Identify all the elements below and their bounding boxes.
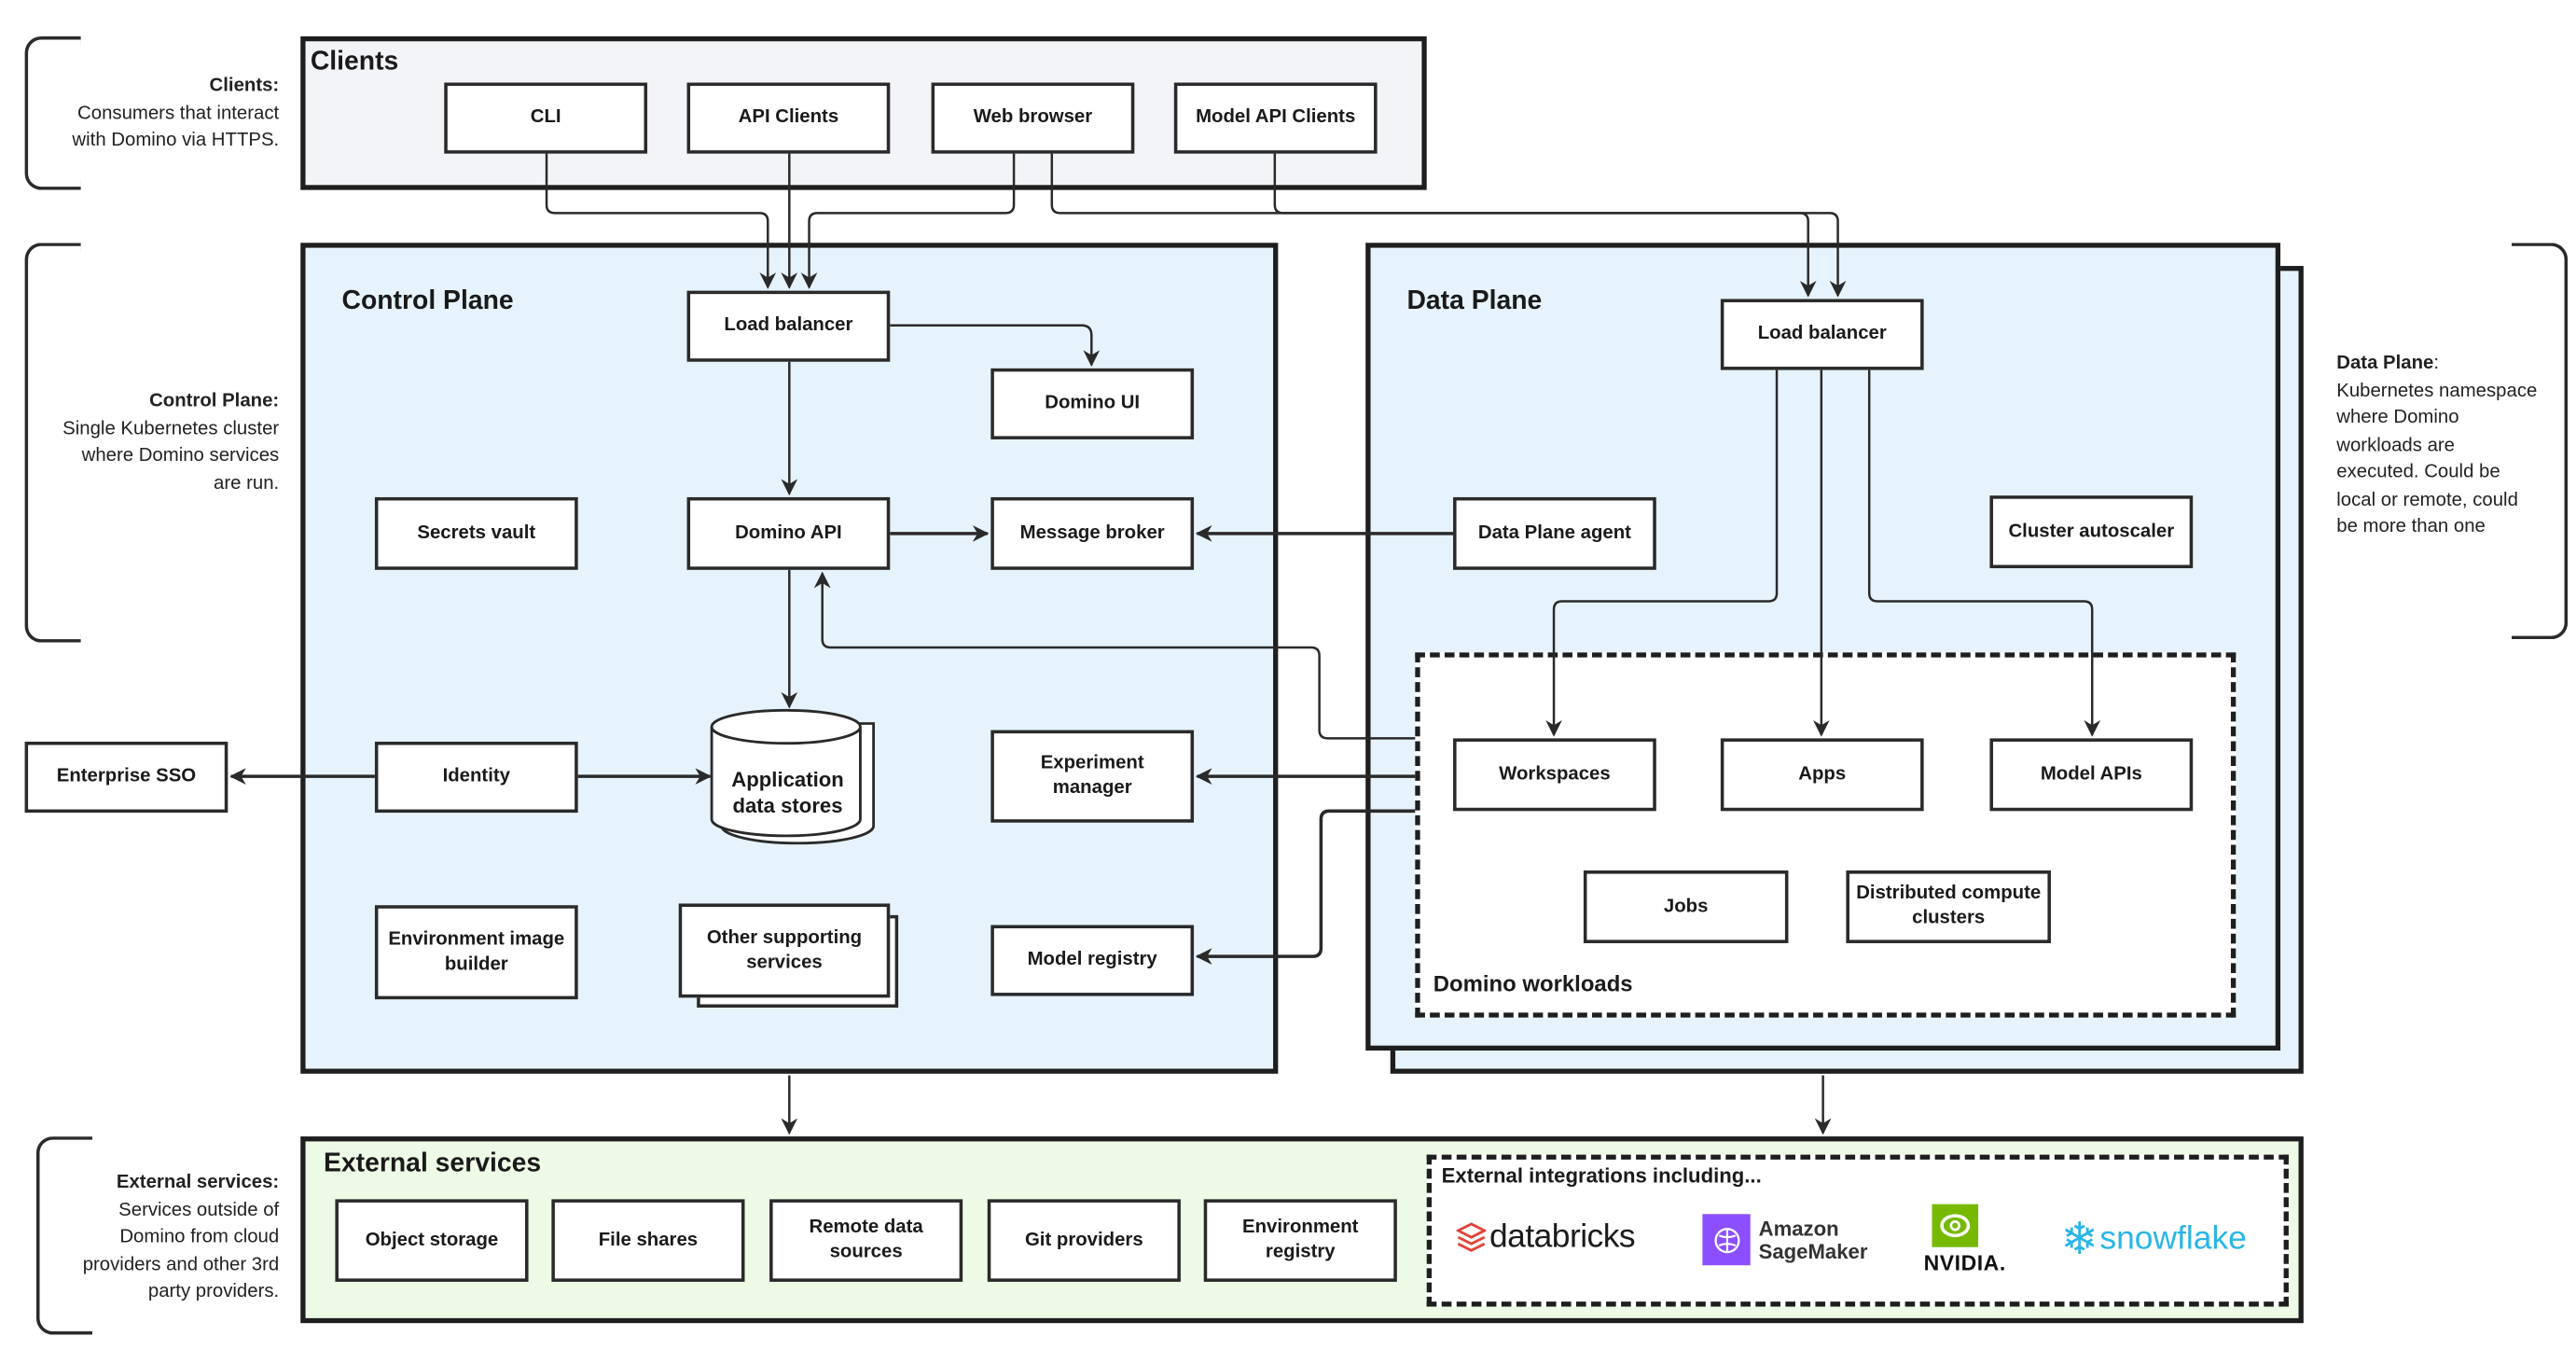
edge-cli-to-cp-lb <box>545 153 777 289</box>
edge-workloads-to-registry <box>1195 809 1416 965</box>
edge-dplb-to-workspaces <box>1545 369 1779 737</box>
application-data-stores-label: Application data stores <box>712 767 864 820</box>
connectors <box>229 153 2101 1135</box>
architecture-diagram: Clients: Consumers that interact with Do… <box>0 0 2576 1349</box>
edge-modelapi-to-dp-lb <box>1273 153 1847 298</box>
data-stores-line: data stores <box>732 794 843 818</box>
edge-dplb-to-modelapis <box>1867 369 2101 737</box>
data-stores-line: Application <box>731 768 844 792</box>
edge-lb-to-ui <box>890 324 1101 368</box>
edge-workloads-to-api <box>813 571 1416 740</box>
edge-web-to-cp-lb <box>800 153 1016 289</box>
edge-web-to-dp-lb <box>1050 153 1817 298</box>
